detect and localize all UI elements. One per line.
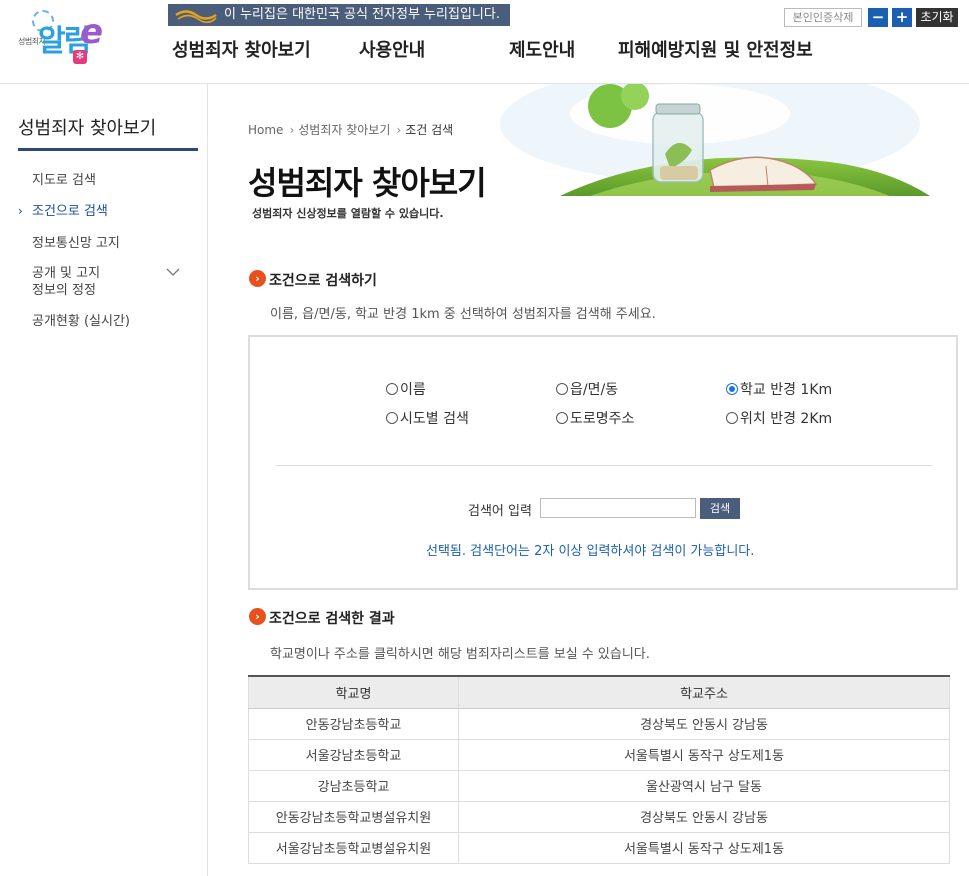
site-logo[interactable]: 성범죄자 알림 e ✻ — [18, 8, 108, 70]
results-section-title: › 조건으로 검색한 결과 — [249, 608, 395, 628]
sidebar-item-label: 조건으로 검색 — [32, 204, 108, 219]
school-name-cell[interactable]: 서울강남초등학교병설유치원 — [248, 832, 459, 864]
school-name-cell[interactable]: 안동강남초등학교병설유치원 — [248, 801, 459, 833]
column-header: 학교명 — [248, 675, 459, 709]
radio-label: 읍/면/동 — [570, 382, 619, 398]
sidebar-item-correction[interactable]: 공개 및 고지 정보의 정정 — [32, 265, 112, 299]
radio-label: 시도별 검색 — [400, 411, 469, 427]
chevron-right-circle-icon: › — [249, 270, 266, 287]
nav-item-system[interactable]: 제도안내 — [509, 36, 575, 62]
results-section-title-text: 조건으로 검색한 결과 — [269, 611, 395, 627]
page-subtitle: 성범죄자 신상정보를 열람할 수 있습니다. — [252, 207, 444, 220]
sidebar: 성범죄자 찾아보기 지도로 검색 › 조건으로 검색 정보통신망 고지 공개 및… — [0, 84, 208, 876]
table-row: 서울강남초등학교 서울특별시 동작구 상도제1동 — [248, 739, 950, 771]
radio-label: 도로명주소 — [570, 411, 635, 427]
school-address-cell[interactable]: 서울특별시 동작구 상도제1동 — [458, 832, 950, 864]
radio-option-region[interactable]: 시도별 검색 — [386, 408, 469, 428]
search-section-title-text: 조건으로 검색하기 — [269, 273, 377, 289]
radio-option-location-radius[interactable]: 위치 반경 2Km — [726, 408, 832, 428]
radio-icon — [386, 412, 398, 424]
school-name-cell[interactable]: 안동강남초등학교 — [248, 708, 459, 740]
sidebar-item-condition-search[interactable]: › 조건으로 검색 — [18, 203, 108, 220]
school-address-cell[interactable]: 경상북도 안동시 강남동 — [458, 708, 950, 740]
table-row: 안동강남초등학교병설유치원 경상북도 안동시 강남동 — [248, 801, 950, 833]
zoom-reset-button[interactable]: 초기화 — [916, 8, 958, 27]
gov-banner-text: 이 누리집은 대한민국 공식 전자정부 누리집입니다. — [224, 7, 500, 22]
radio-option-name[interactable]: 이름 — [386, 379, 426, 399]
radio-icon — [556, 412, 568, 424]
radio-icon — [556, 383, 568, 395]
logo-e-text: e — [80, 12, 104, 52]
search-hint: 선택됨. 검색단어는 2자 이상 입력하셔야 검색이 가능합니다. — [426, 544, 755, 559]
chevron-right-icon: › — [289, 123, 295, 137]
zoom-out-button[interactable]: − — [868, 8, 888, 27]
table-row: 강남초등학교 울산광역시 남구 달동 — [248, 770, 950, 802]
search-button[interactable]: 검색 — [700, 498, 740, 519]
school-name-cell[interactable]: 강남초등학교 — [248, 770, 459, 802]
radio-option-town[interactable]: 읍/면/동 — [556, 379, 618, 399]
snowflake-icon: ✻ — [73, 50, 87, 64]
breadcrumb: Home › 성범죄자 찾아보기 › 조건 검색 — [248, 121, 455, 138]
breadcrumb-home[interactable]: Home — [248, 123, 283, 137]
nav-item-guide[interactable]: 사용안내 — [359, 36, 425, 62]
school-address-cell[interactable]: 울산광역시 남구 달동 — [458, 770, 950, 802]
radio-option-road-address[interactable]: 도로명주소 — [556, 408, 634, 428]
sidebar-title: 성범죄자 찾아보기 — [18, 114, 198, 151]
school-address-cell[interactable]: 경상북도 안동시 강남동 — [458, 801, 950, 833]
chevron-right-circle-icon: › — [249, 608, 266, 625]
hero-illustration — [470, 84, 969, 200]
radio-icon — [386, 383, 398, 395]
breadcrumb-level1[interactable]: 성범죄자 찾아보기 — [298, 123, 390, 137]
gov-banner[interactable]: 이 누리집은 대한민국 공식 전자정부 누리집입니다. — [168, 4, 510, 26]
radio-label: 학교 반경 1Km — [740, 382, 833, 398]
radio-option-school-radius[interactable]: 학교 반경 1Km — [726, 379, 832, 399]
sidebar-item-map-search[interactable]: 지도로 검색 — [32, 172, 96, 189]
table-row: 안동강남초등학교 경상북도 안동시 강남동 — [248, 708, 950, 740]
breadcrumb-current: 조건 검색 — [405, 123, 454, 137]
chevron-right-icon: › — [18, 204, 23, 218]
search-form: 이름 읍/면/동 학교 반경 1Km 시도별 검색 도로명주소 위치 반경 2K… — [248, 335, 958, 590]
search-section-title: › 조건으로 검색하기 — [249, 270, 377, 290]
page-title: 성범죄자 찾아보기 — [248, 164, 487, 202]
radio-checked-icon — [726, 383, 738, 395]
egov-logo-icon — [175, 10, 217, 23]
table-header-row: 학교명 학교주소 — [248, 675, 950, 709]
chevron-right-icon: › — [396, 123, 402, 137]
radio-label: 위치 반경 2Km — [740, 411, 833, 427]
nav-item-prevention[interactable]: 피해예방지원 및 안전정보 — [618, 36, 813, 62]
search-input[interactable] — [540, 498, 696, 518]
sidebar-item-status[interactable]: 공개현황 (실시간) — [32, 313, 130, 330]
zoom-in-button[interactable]: + — [892, 8, 912, 27]
school-address-cell[interactable]: 서울특별시 동작구 상도제1동 — [458, 739, 950, 771]
search-input-label: 검색어 입력 — [468, 504, 532, 519]
radio-icon — [726, 412, 738, 424]
results-section-desc: 학교명이나 주소를 클릭하시면 해당 범죄자리스트를 보실 수 있습니다. — [270, 647, 650, 662]
sidebar-item-network-notice[interactable]: 정보통신망 고지 — [32, 235, 120, 252]
radio-label: 이름 — [400, 382, 426, 398]
results-table: 학교명 학교주소 안동강남초등학교 경상북도 안동시 강남동 서울강남초등학교 … — [248, 675, 950, 864]
school-name-cell[interactable]: 서울강남초등학교 — [248, 739, 459, 771]
table-row: 서울강남초등학교병설유치원 서울특별시 동작구 상도제1동 — [248, 832, 950, 864]
column-header: 학교주소 — [458, 675, 950, 709]
search-section-desc: 이름, 읍/면/동, 학교 반경 1km 중 선택하여 성범죄자를 검색해 주세… — [270, 307, 656, 322]
chevron-down-icon[interactable] — [166, 267, 180, 277]
delete-verification-button[interactable]: 본인인증삭제 — [784, 8, 862, 27]
site-header: 성범죄자 알림 e ✻ 이 누리집은 대한민국 공식 전자정부 누리집입니다. … — [0, 0, 969, 84]
divider — [276, 465, 932, 466]
nav-item-search[interactable]: 성범죄자 찾아보기 — [172, 36, 311, 62]
